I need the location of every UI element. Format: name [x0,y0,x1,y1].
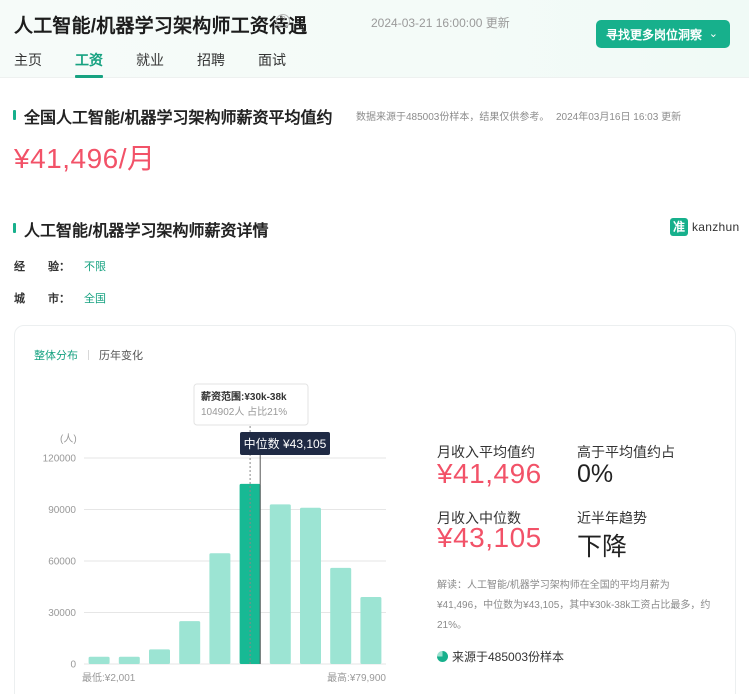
avg-salary-value: ¥41,496/月 [14,143,156,174]
detail-section-title: 人工智能/机器学习架构师薪资详情 [24,223,269,240]
avg-section-title: 全国人工智能/机器学习架构师薪资平均值约 [24,110,333,127]
help-icon[interactable]: ? [276,14,290,28]
tab-salary[interactable]: 工资 [75,50,103,78]
tab-recruiting[interactable]: 招聘 [197,50,225,78]
trend-label: 近半年趋势 [577,510,647,526]
update-time: 2024-03-21 16:00:00 更新 [371,16,510,30]
section-marker [13,110,16,120]
brand-mark-icon: 准 [670,218,688,236]
chart-subtabs: 整体分布 历年变化 [34,347,143,363]
above-avg-label: 高于平均值约占 [577,444,675,460]
find-more-insights-button[interactable]: 寻找更多岗位洞察 ⌄ [596,20,730,48]
cta-label: 寻找更多岗位洞察 [606,27,703,42]
filter-label-city: 城 市： [14,290,70,306]
section-marker [13,223,16,233]
chevron-down-icon: ⌄ [708,28,718,40]
sample-text: 来源于485003份样本 [452,650,565,664]
tab-home[interactable]: 主页 [14,50,42,78]
filter-label-part: 验： [48,261,70,273]
brand-text: kanzhun [692,220,740,234]
kanzhun-logo: 准 kanzhun [670,218,739,236]
subtab-divider [88,350,89,360]
subtab-history[interactable]: 历年变化 [99,347,143,363]
avg-value: ¥41,496 [437,458,542,489]
page-header: 人工智能/机器学习架构师工资待遇 ? 2024-03-21 16:00:00 更… [0,0,749,78]
filter-label-experience: 经 验： [14,258,70,274]
main-tabs: 主页 工资 就业 招聘 面试 [14,50,319,78]
median-value: ¥43,105 [437,522,542,553]
filter-value-city[interactable]: 全国 [84,290,106,306]
page-title: 人工智能/机器学习架构师工资待遇 [14,16,308,37]
sample-source: 来源于485003份样本 [437,648,564,665]
trend-value: 下降 [577,533,628,561]
tab-interview[interactable]: 面试 [258,50,286,78]
filter-value-experience[interactable]: 不限 [84,258,106,274]
filter-label-part: 经 [14,261,25,273]
above-avg-value: 0% [577,460,614,488]
update-note: 2024年03月16日 16:03 更新 [556,112,682,123]
source-note: 数据来源于485003份样本，结果仅供参考。 [356,112,550,123]
interpretation-text: 解读：人工智能/机器学习架构师在全国的平均月薪为¥41,496，中位数为¥43,… [437,580,711,631]
subtab-overall[interactable]: 整体分布 [34,347,78,363]
filter-label-part: 城 [14,293,25,305]
filter-label-part: 市： [48,293,70,305]
tab-employment[interactable]: 就业 [136,50,164,78]
pie-chart-icon [437,651,448,662]
